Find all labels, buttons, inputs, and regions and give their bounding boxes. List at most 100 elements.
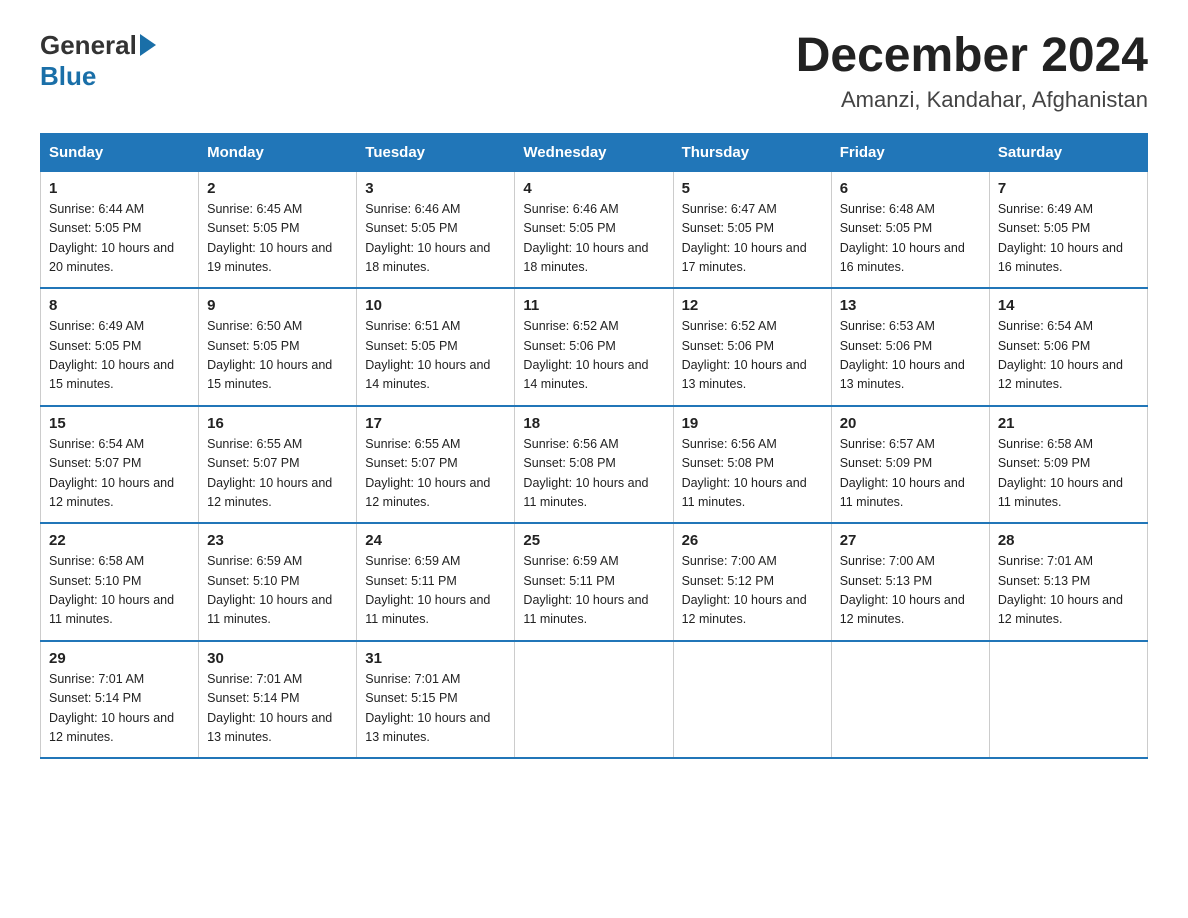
day-number: 30: [207, 650, 348, 667]
day-number: 23: [207, 532, 348, 549]
table-row: [831, 641, 989, 759]
day-info: Sunrise: 6:59 AMSunset: 5:10 PMDaylight:…: [207, 552, 348, 630]
table-row: 2 Sunrise: 6:45 AMSunset: 5:05 PMDaylight…: [199, 171, 357, 288]
day-info: Sunrise: 6:49 AMSunset: 5:05 PMDaylight:…: [49, 317, 190, 395]
table-row: 28 Sunrise: 7:01 AMSunset: 5:13 PMDayligh…: [989, 523, 1147, 641]
table-row: 15 Sunrise: 6:54 AMSunset: 5:07 PMDayligh…: [41, 406, 199, 524]
day-number: 15: [49, 415, 190, 432]
day-number: 28: [998, 532, 1139, 549]
day-info: Sunrise: 6:55 AMSunset: 5:07 PMDaylight:…: [365, 435, 506, 513]
col-sunday: Sunday: [41, 133, 199, 171]
month-year-title: December 2024: [796, 30, 1148, 83]
table-row: 23 Sunrise: 6:59 AMSunset: 5:10 PMDayligh…: [199, 523, 357, 641]
table-row: 21 Sunrise: 6:58 AMSunset: 5:09 PMDayligh…: [989, 406, 1147, 524]
table-row: 27 Sunrise: 7:00 AMSunset: 5:13 PMDayligh…: [831, 523, 989, 641]
table-row: 8 Sunrise: 6:49 AMSunset: 5:05 PMDaylight…: [41, 288, 199, 406]
day-info: Sunrise: 7:00 AMSunset: 5:13 PMDaylight:…: [840, 552, 981, 630]
day-info: Sunrise: 7:01 AMSunset: 5:13 PMDaylight:…: [998, 552, 1139, 630]
day-info: Sunrise: 6:50 AMSunset: 5:05 PMDaylight:…: [207, 317, 348, 395]
day-number: 18: [523, 415, 664, 432]
day-info: Sunrise: 7:01 AMSunset: 5:15 PMDaylight:…: [365, 670, 506, 748]
table-row: 10Sunrise: 6:51 AMSunset: 5:05 PMDayligh…: [357, 288, 515, 406]
day-info: Sunrise: 7:01 AMSunset: 5:14 PMDaylight:…: [207, 670, 348, 748]
day-info: Sunrise: 6:52 AMSunset: 5:06 PMDaylight:…: [523, 317, 664, 395]
logo-blue-text: Blue: [40, 61, 96, 91]
day-info: Sunrise: 6:47 AMSunset: 5:05 PMDaylight:…: [682, 200, 823, 278]
table-row: 31 Sunrise: 7:01 AMSunset: 5:15 PMDayligh…: [357, 641, 515, 759]
day-number: 13: [840, 297, 981, 314]
col-thursday: Thursday: [673, 133, 831, 171]
day-number: 29: [49, 650, 190, 667]
calendar-title-block: December 2024 Amanzi, Kandahar, Afghanis…: [796, 30, 1148, 113]
table-row: 12 Sunrise: 6:52 AMSunset: 5:06 PMDayligh…: [673, 288, 831, 406]
table-row: [515, 641, 673, 759]
table-row: 22 Sunrise: 6:58 AMSunset: 5:10 PMDayligh…: [41, 523, 199, 641]
day-info: Sunrise: 6:52 AMSunset: 5:06 PMDaylight:…: [682, 317, 823, 395]
day-number: 27: [840, 532, 981, 549]
table-row: 26 Sunrise: 7:00 AMSunset: 5:12 PMDayligh…: [673, 523, 831, 641]
table-row: 1 Sunrise: 6:44 AMSunset: 5:05 PMDaylight…: [41, 171, 199, 288]
logo-general-text: General: [40, 30, 137, 61]
table-row: 18 Sunrise: 6:56 AMSunset: 5:08 PMDayligh…: [515, 406, 673, 524]
table-row: 30 Sunrise: 7:01 AMSunset: 5:14 PMDayligh…: [199, 641, 357, 759]
calendar-week-row: 29 Sunrise: 7:01 AMSunset: 5:14 PMDayligh…: [41, 641, 1148, 759]
day-info: Sunrise: 7:01 AMSunset: 5:14 PMDaylight:…: [49, 670, 190, 748]
day-info: Sunrise: 6:59 AMSunset: 5:11 PMDaylight:…: [523, 552, 664, 630]
day-info: Sunrise: 6:55 AMSunset: 5:07 PMDaylight:…: [207, 435, 348, 513]
calendar-week-row: 1 Sunrise: 6:44 AMSunset: 5:05 PMDaylight…: [41, 171, 1148, 288]
day-info: Sunrise: 6:58 AMSunset: 5:09 PMDaylight:…: [998, 435, 1139, 513]
day-info: Sunrise: 6:46 AMSunset: 5:05 PMDaylight:…: [365, 200, 506, 278]
day-number: 8: [49, 297, 190, 314]
table-row: 14 Sunrise: 6:54 AMSunset: 5:06 PMDayligh…: [989, 288, 1147, 406]
day-number: 21: [998, 415, 1139, 432]
day-info: Sunrise: 6:56 AMSunset: 5:08 PMDaylight:…: [682, 435, 823, 513]
col-tuesday: Tuesday: [357, 133, 515, 171]
table-row: 5Sunrise: 6:47 AMSunset: 5:05 PMDaylight…: [673, 171, 831, 288]
table-row: 11Sunrise: 6:52 AMSunset: 5:06 PMDayligh…: [515, 288, 673, 406]
day-number: 31: [365, 650, 506, 667]
day-info: Sunrise: 6:54 AMSunset: 5:06 PMDaylight:…: [998, 317, 1139, 395]
day-info: Sunrise: 6:58 AMSunset: 5:10 PMDaylight:…: [49, 552, 190, 630]
table-row: 20 Sunrise: 6:57 AMSunset: 5:09 PMDayligh…: [831, 406, 989, 524]
table-row: 17Sunrise: 6:55 AMSunset: 5:07 PMDayligh…: [357, 406, 515, 524]
day-info: Sunrise: 6:49 AMSunset: 5:05 PMDaylight:…: [998, 200, 1139, 278]
day-number: 2: [207, 180, 348, 197]
calendar-week-row: 22 Sunrise: 6:58 AMSunset: 5:10 PMDayligh…: [41, 523, 1148, 641]
day-number: 9: [207, 297, 348, 314]
calendar-week-row: 15 Sunrise: 6:54 AMSunset: 5:07 PMDayligh…: [41, 406, 1148, 524]
day-number: 22: [49, 532, 190, 549]
day-number: 10: [365, 297, 506, 314]
day-number: 14: [998, 297, 1139, 314]
day-number: 3: [365, 180, 506, 197]
day-info: Sunrise: 6:56 AMSunset: 5:08 PMDaylight:…: [523, 435, 664, 513]
table-row: 19 Sunrise: 6:56 AMSunset: 5:08 PMDayligh…: [673, 406, 831, 524]
table-row: 16Sunrise: 6:55 AMSunset: 5:07 PMDayligh…: [199, 406, 357, 524]
location-subtitle: Amanzi, Kandahar, Afghanistan: [796, 87, 1148, 113]
table-row: [989, 641, 1147, 759]
day-number: 20: [840, 415, 981, 432]
day-number: 1: [49, 180, 190, 197]
col-saturday: Saturday: [989, 133, 1147, 171]
table-row: 6Sunrise: 6:48 AMSunset: 5:05 PMDaylight…: [831, 171, 989, 288]
table-row: 25 Sunrise: 6:59 AMSunset: 5:11 PMDayligh…: [515, 523, 673, 641]
page-header: General Blue December 2024 Amanzi, Kanda…: [40, 30, 1148, 113]
table-row: 4Sunrise: 6:46 AMSunset: 5:05 PMDaylight…: [515, 171, 673, 288]
day-info: Sunrise: 7:00 AMSunset: 5:12 PMDaylight:…: [682, 552, 823, 630]
day-number: 4: [523, 180, 664, 197]
table-row: 29 Sunrise: 7:01 AMSunset: 5:14 PMDayligh…: [41, 641, 199, 759]
col-friday: Friday: [831, 133, 989, 171]
day-info: Sunrise: 6:45 AMSunset: 5:05 PMDaylight:…: [207, 200, 348, 278]
day-number: 26: [682, 532, 823, 549]
col-wednesday: Wednesday: [515, 133, 673, 171]
table-row: 13Sunrise: 6:53 AMSunset: 5:06 PMDayligh…: [831, 288, 989, 406]
table-row: 24Sunrise: 6:59 AMSunset: 5:11 PMDayligh…: [357, 523, 515, 641]
logo: General Blue: [40, 30, 156, 92]
day-info: Sunrise: 6:44 AMSunset: 5:05 PMDaylight:…: [49, 200, 190, 278]
logo-triangle: [140, 34, 156, 56]
day-info: Sunrise: 6:57 AMSunset: 5:09 PMDaylight:…: [840, 435, 981, 513]
day-number: 12: [682, 297, 823, 314]
day-info: Sunrise: 6:54 AMSunset: 5:07 PMDaylight:…: [49, 435, 190, 513]
table-row: 7Sunrise: 6:49 AMSunset: 5:05 PMDaylight…: [989, 171, 1147, 288]
day-number: 25: [523, 532, 664, 549]
day-number: 19: [682, 415, 823, 432]
